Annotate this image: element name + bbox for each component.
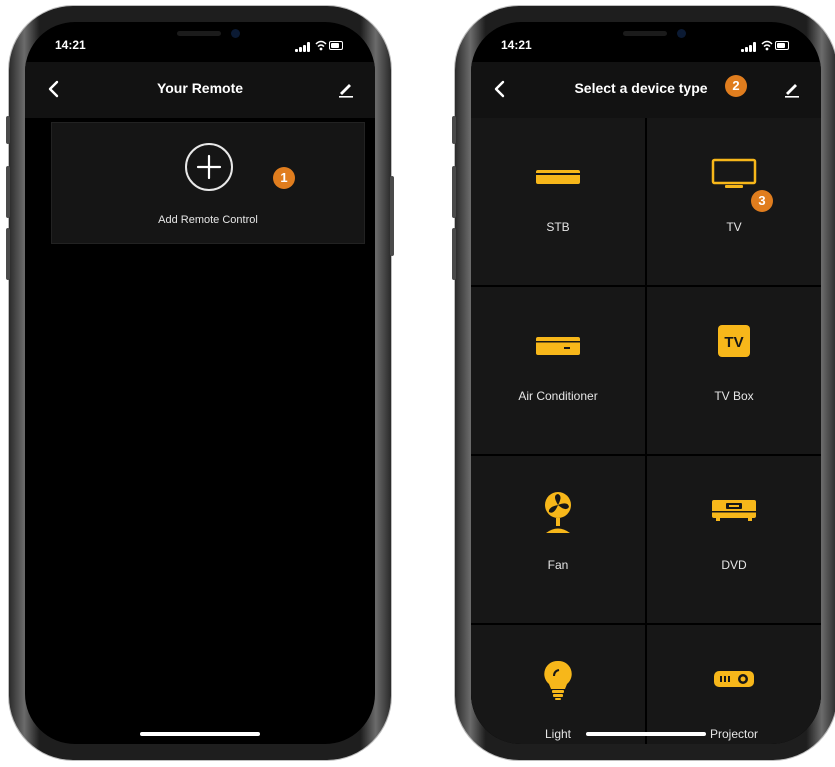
wifi-icon bbox=[761, 40, 773, 51]
volume-down-button bbox=[452, 228, 456, 280]
phone-frame-left: 14:21 Your Remote 1 Add Remote Control bbox=[6, 6, 394, 760]
stb-icon bbox=[536, 170, 580, 184]
status-bar: 14:21 bbox=[55, 38, 345, 54]
front-camera bbox=[677, 29, 686, 38]
signal-icon bbox=[741, 42, 757, 52]
battery-icon bbox=[329, 41, 343, 50]
status-time: 14:21 bbox=[55, 38, 86, 52]
device-label: Air Conditioner bbox=[518, 389, 598, 403]
device-label: TV Box bbox=[714, 389, 754, 403]
device-label: STB bbox=[546, 220, 570, 234]
add-remote-label: Add Remote Control bbox=[158, 214, 258, 226]
status-icons bbox=[295, 40, 345, 52]
status-bar: 14:21 bbox=[501, 38, 791, 54]
screen-your-remote: 14:21 Your Remote 1 Add Remote Control bbox=[25, 22, 375, 744]
step-badge-2: 2 bbox=[725, 75, 747, 97]
device-type-grid: STB 3 TV Air Conditioner TV TV Box Fan D… bbox=[471, 118, 821, 744]
svg-text:TV: TV bbox=[724, 334, 743, 351]
device-tile-projector[interactable]: Projector bbox=[647, 625, 821, 744]
plus-circle-icon[interactable] bbox=[185, 143, 233, 191]
volume-up-button bbox=[6, 166, 10, 218]
nav-bar: Your Remote bbox=[25, 62, 375, 118]
page-title: Select a device type bbox=[574, 80, 708, 96]
tv-box-icon: TV bbox=[718, 325, 750, 357]
home-indicator[interactable] bbox=[140, 732, 260, 736]
wifi-icon bbox=[315, 40, 327, 51]
pencil-icon[interactable] bbox=[783, 80, 801, 98]
mute-switch bbox=[452, 116, 456, 144]
step-badge-3: 3 bbox=[751, 190, 773, 212]
volume-down-button bbox=[6, 228, 10, 280]
device-tile-stb[interactable]: STB bbox=[471, 118, 645, 285]
air-conditioner-icon bbox=[536, 337, 580, 355]
status-time: 14:21 bbox=[501, 38, 532, 52]
fan-icon bbox=[545, 492, 571, 533]
device-tile-light[interactable]: Light bbox=[471, 625, 645, 744]
battery-icon bbox=[775, 41, 789, 50]
front-camera bbox=[231, 29, 240, 38]
speaker-grille bbox=[623, 31, 667, 36]
device-label: Fan bbox=[547, 558, 569, 572]
device-tile-air-conditioner[interactable]: Air Conditioner bbox=[471, 287, 645, 454]
step-badge-1: 1 bbox=[273, 167, 295, 189]
phone-frame-right: 14:21 Select a device type 2 STB 3 TV Ai… bbox=[452, 6, 835, 760]
light-bulb-icon bbox=[544, 660, 572, 700]
device-tile-dvd[interactable]: DVD bbox=[647, 456, 821, 623]
screen-select-device: 14:21 Select a device type 2 STB 3 TV Ai… bbox=[471, 22, 821, 744]
device-tile-fan[interactable]: Fan bbox=[471, 456, 645, 623]
home-indicator[interactable] bbox=[586, 732, 706, 736]
dvd-icon bbox=[712, 500, 756, 521]
device-label: TV bbox=[726, 220, 742, 234]
tv-icon bbox=[711, 158, 757, 188]
nav-bar: Select a device type 2 bbox=[471, 62, 821, 118]
add-remote-card[interactable]: 1 Add Remote Control bbox=[51, 122, 365, 244]
speaker-grille bbox=[177, 31, 221, 36]
mute-switch bbox=[6, 116, 10, 144]
page-title: Your Remote bbox=[156, 80, 244, 96]
projector-icon bbox=[714, 671, 754, 687]
signal-icon bbox=[295, 42, 311, 52]
status-icons bbox=[741, 40, 791, 52]
device-tile-tv-box[interactable]: TV TV Box bbox=[647, 287, 821, 454]
device-label: DVD bbox=[721, 558, 747, 572]
device-tile-tv[interactable]: 3 TV bbox=[647, 118, 821, 285]
pencil-icon[interactable] bbox=[337, 80, 355, 98]
volume-up-button bbox=[452, 166, 456, 218]
power-button bbox=[390, 176, 394, 256]
